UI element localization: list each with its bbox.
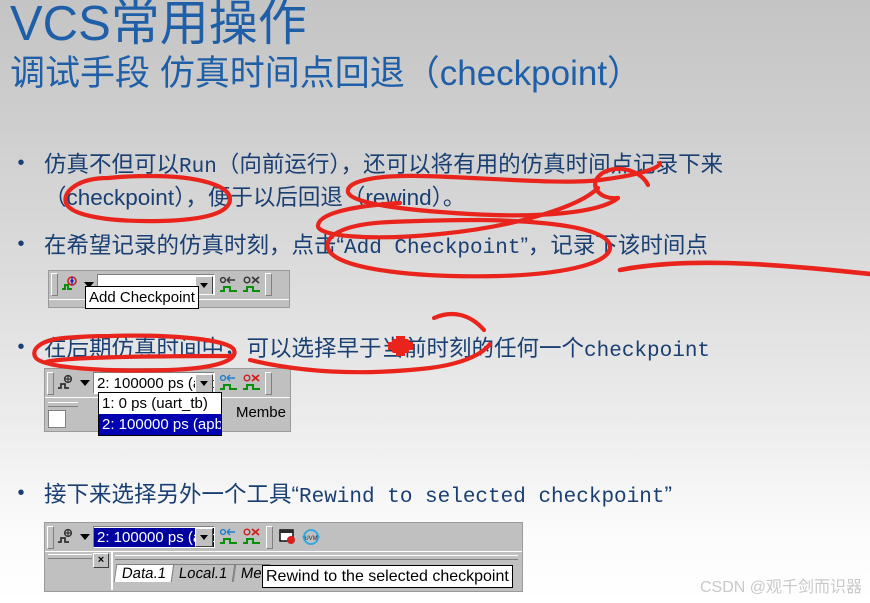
delete-checkpoint-icon[interactable] [241,372,263,394]
bullet-1-code-checkpoint: （checkpoint） [44,185,186,210]
bullet-1-code-run: Run [179,156,217,179]
dropdown-arrow-icon[interactable] [78,526,92,548]
bullet-2-text: 在希望记录的仿真时刻，点击“Add Checkpoint”，记录下该时间点 [44,229,708,265]
bullet-3-text: 在后期仿真时间中，可以选择早于当前时刻的任何一个checkpoint [44,332,710,368]
tab-data-1[interactable]: Data.1 [113,564,175,582]
tab-local-1[interactable]: Local.1 [170,564,236,582]
checkpoint-icon[interactable] [55,372,77,394]
close-icon[interactable]: × [93,553,109,568]
page-subtitle: 调试手段 仿真时间点回退（checkpoint） [10,54,643,93]
rewind-checkpoint-icon[interactable] [218,526,240,548]
combo-dropdown-button[interactable] [195,528,213,547]
delete-checkpoint-icon[interactable] [241,273,263,296]
bullet-3-text-a: 在后期仿真时间中，可以选择早于当前时刻的任何一个 [44,336,585,361]
bullet-marker: • [17,233,25,255]
bullet-marker: • [17,152,25,174]
page-title: VCS常用操作 [10,0,307,51]
add-checkpoint-tooltip: Add Checkpoint [85,286,199,309]
bullet-marker: • [17,482,25,504]
bullet-2-text-a: 在希望记录的仿真时刻，点击“ [44,233,344,258]
delete-checkpoint-icon[interactable] [241,526,263,548]
checkpoint-dropdown-list[interactable]: 1: 0 ps (uart_tb) 2: 100000 ps (apb_d [98,392,222,436]
combo-dropdown-button[interactable] [195,374,213,393]
bullet-3-code: checkpoint [584,340,711,363]
bullet-2-code: Add Checkpoint [344,237,521,260]
toolbar-grip[interactable] [51,273,58,296]
dropdown-option-2[interactable]: 2: 100000 ps (apb_d [99,414,221,435]
toolbar-grip-mid[interactable] [266,525,273,549]
bullet-marker: • [17,336,25,358]
dropdown-arrow-icon[interactable] [78,372,92,394]
bullet-4-text-a: 接下来选择另外一个工具“ [44,482,299,507]
rewind-checkpoint-icon[interactable] [218,273,240,296]
toolbar-grip[interactable] [47,371,54,395]
member-label: Membe [235,404,286,421]
watermark: CSDN @观千剑而识器 [699,579,862,596]
checkpoint-icon[interactable] [55,526,77,548]
rewind-checkpoint-select[interactable]: 2: 100000 ps (apb [93,526,215,548]
bullet-1-text-a: 仿真不但可以 [44,152,180,177]
add-checkpoint-icon[interactable] [59,273,81,296]
toolbar-grip[interactable] [47,525,54,549]
bullet-1-line-2: （checkpoint），便于以后回退（rewind）。 [44,181,465,214]
bullet-1-line-1: 仿真不但可以Run（向前运行），还可以将有用的仿真时间点记录下来 [44,148,723,184]
rewind-to-selected-icon[interactable] [277,526,299,548]
toolbar-grip-end[interactable] [265,371,272,395]
dropdown-option-1[interactable]: 1: 0 ps (uart_tb) [99,393,221,414]
slide-canvas: VCS常用操作 调试手段 仿真时间点回退（checkpoint） • 仿真不但可… [0,0,870,603]
bullet-2-text-b: ”，记录下该时间点 [520,233,708,258]
bullet-1-text-b: （向前运行），还可以将有用的仿真时间点记录下来 [216,152,724,177]
svg-text:UVM: UVM [304,536,317,542]
checkpoint-select[interactable]: 2: 100000 ps (apb [93,372,215,394]
uvm-logo-icon[interactable]: UVM [300,526,322,548]
toolbar-grip-end[interactable] [265,273,272,296]
rewind-checkpoint-icon[interactable] [218,372,240,394]
bullet-4-code: Rewind to selected checkpoint [299,486,665,509]
bullet-4-text-b: ” [664,482,672,507]
bullet-4-text: 接下来选择另外一个工具“Rewind to selected checkpoin… [44,478,672,514]
bullet-1-text-c: ，便于以后回退（rewind）。 [185,185,466,210]
rewind-tooltip: Rewind to the selected checkpoint [262,565,513,588]
